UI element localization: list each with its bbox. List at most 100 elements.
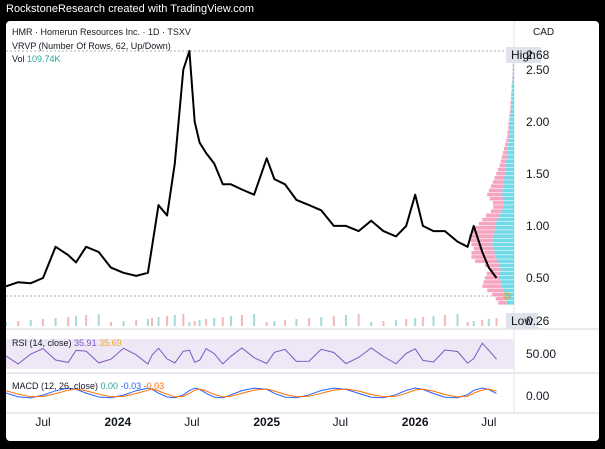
volume-profile-down-bar [492,201,504,205]
volume-profile-down-bar [508,121,510,126]
low-value: 0.26 [526,314,550,328]
x-tick-label: Jul [35,415,51,429]
volume-bar [320,317,323,326]
volume-bar [205,319,208,326]
chart-frame[interactable]: HMR · Homerun Resources Inc. · 1D · TSXV… [6,21,599,441]
volume-profile-up-bar [492,242,514,247]
volume-bar [6,322,7,326]
volume-bar [487,319,490,326]
x-tick-label: 2025 [253,415,281,429]
volume-profile-up-bar [496,259,514,263]
volume-profile-up-bar [498,271,514,276]
currency-label: CAD [533,27,555,38]
volume-profile-down-bar [502,151,508,155]
vrvp-legend: VRVP (Number Of Rows, 62, Up/Down) [12,41,171,51]
volume-profile-up-bar [500,267,514,272]
volume-bar [135,320,138,326]
volume-profile-up-bar [502,188,514,193]
volume-bar [188,322,191,326]
volume-value: 109.74K [27,54,61,64]
volume-profile-up-bar [506,155,514,159]
volume-profile-up-bar [513,63,514,68]
volume-bar [17,321,20,326]
volume-profile-down-bar [482,217,497,222]
volume-profile-down-bar [473,246,494,251]
volume-bar [109,322,112,326]
dividend-marker[interactable]: D [504,291,511,301]
volume-profile-down-bar [509,117,511,122]
volume-bar [173,315,176,326]
volume-bar [221,317,224,326]
volume-profile-down-bar [496,171,505,176]
volume-profile-down-bar [493,205,504,209]
volume-profile-up-bar [511,92,514,97]
volume-profile-up-bar [512,84,514,89]
volume-profile-down-bar [471,242,493,247]
volume-profile-down-bar [500,159,507,163]
x-tick-label: 2024 [104,415,132,429]
rsi-value: 35.91 [74,338,97,348]
rsi-ma-value: 35.69 [99,338,122,348]
volume-profile-up-bar [503,184,514,188]
volume-bar [432,316,435,326]
volume-profile-down-bar [507,130,510,134]
volume-bar [240,315,243,326]
x-tick-label: Jul [184,415,200,429]
volume-profile-down-bar [506,138,509,143]
volume-bar [345,315,348,326]
volume-profile-up-bar [503,180,514,184]
volume-profile-up-bar [501,192,514,197]
volume-profile-down-bar [509,109,511,113]
volume-bar [42,319,45,326]
volume-profile-up-bar [503,196,514,201]
volume-bar [481,320,484,326]
volume-bar [357,314,360,326]
volume-profile-up-bar [499,213,514,218]
volume-profile-up-bar [501,284,514,288]
macd-axis-label: 0.00 [526,389,550,403]
volume-profile-up-bar [504,176,514,180]
volume-profile-up-bar [495,221,514,226]
macd-value: -0.03 [120,381,142,391]
volume-bar [395,320,398,326]
volume-profile-down-bar [510,101,512,105]
volume-profile-up-bar [494,230,514,234]
volume-profile-down-bar [490,184,504,188]
y-tick-label: 2.00 [526,114,550,129]
volume-profile-down-bar [507,134,510,138]
volume-profile-down-bar [508,126,510,130]
volume-profile-down-bar [487,288,504,293]
volume-profile-down-bar [494,176,505,180]
volume-bar [472,321,475,326]
volume-bar [443,315,446,326]
volume-profile-down-bar [469,234,494,238]
volume-profile-up-bar [510,109,514,113]
volume-profile-up-bar [495,226,514,230]
volume-profile-up-bar [511,105,514,109]
volume-profile-up-bar [499,276,514,280]
volume-bar [405,319,408,326]
x-tick-label: 2026 [401,415,429,429]
volume-profile-up-bar [512,88,514,93]
volume-profile-up-bar [506,301,514,305]
volume-bar [122,321,125,326]
chart-canvas[interactable] [6,21,599,441]
volume-profile-up-bar [506,159,514,163]
volume-profile-up-bar [500,280,514,284]
volume-bar [495,318,498,326]
volume-profile-up-bar [512,80,514,84]
volume-profile-up-bar [504,171,514,176]
volume-profile-up-bar [501,209,514,213]
volume-profile-up-bar [499,263,514,268]
volume-bar [193,321,196,326]
volume-profile-up-bar [509,130,514,134]
volume-profile-down-bar [470,238,493,243]
volume-profile-up-bar [509,121,514,126]
macd-signal-value: -0.03 [143,381,165,391]
symbol-legend: HMR · Homerun Resources Inc. · 1D · TSXV [12,27,191,37]
volume-bar [166,316,169,326]
volume-profile-down-bar [499,163,506,168]
volume-profile-up-bar [494,251,514,255]
volume-bar [308,318,311,326]
volume-bar [151,318,154,326]
